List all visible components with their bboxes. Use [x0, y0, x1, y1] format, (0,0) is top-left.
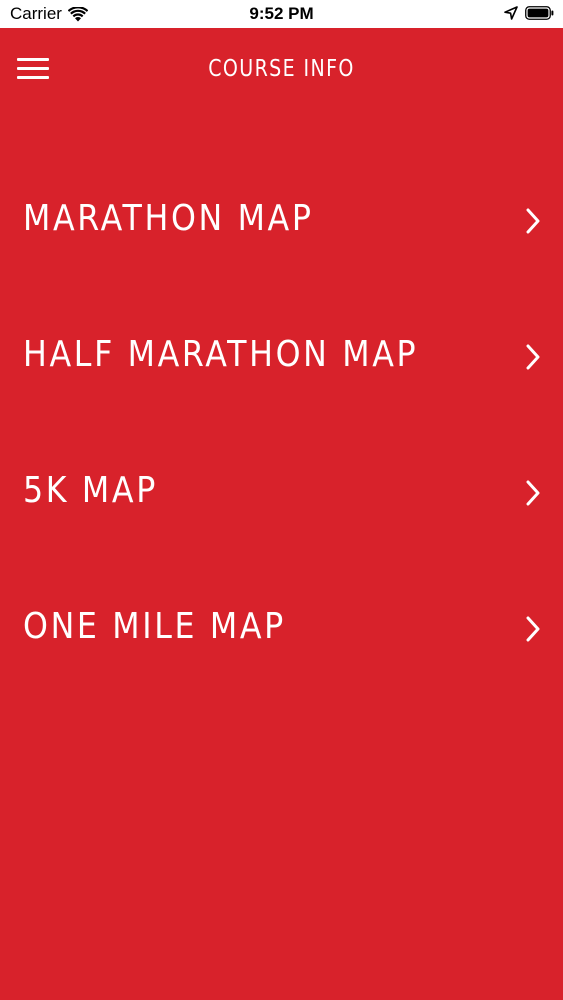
menu-item-label: 5K MAP: [23, 470, 158, 511]
status-time: 9:52 PM: [249, 4, 314, 23]
chevron-right-icon: [526, 208, 540, 234]
chevron-right-icon: [526, 480, 540, 506]
page-title: COURSE INFO: [208, 56, 355, 82]
menu-item-marathon-map[interactable]: MARATHON MAP: [0, 152, 563, 288]
course-info-screen: Carrier 9:52 PM COURSE INFO MARATHON MAP…: [0, 0, 563, 1000]
status-right-group: [504, 6, 554, 20]
menu-item-label: MARATHON MAP: [23, 198, 314, 239]
location-arrow-icon: [504, 6, 518, 20]
chevron-right-icon: [526, 344, 540, 370]
menu-item-label: HALF MARATHON MAP: [23, 334, 419, 375]
course-map-list: MARATHON MAP HALF MARATHON MAP 5K MAP ON…: [0, 152, 563, 696]
menu-item-5k-map[interactable]: 5K MAP: [0, 424, 563, 560]
menu-item-one-mile-map[interactable]: ONE MILE MAP: [0, 560, 563, 696]
menu-item-label: ONE MILE MAP: [23, 606, 286, 647]
nav-header: COURSE INFO: [0, 28, 563, 112]
chevron-right-icon: [526, 616, 540, 642]
menu-item-half-marathon-map[interactable]: HALF MARATHON MAP: [0, 288, 563, 424]
status-bar: Carrier 9:52 PM: [0, 0, 563, 28]
battery-icon: [525, 6, 554, 20]
